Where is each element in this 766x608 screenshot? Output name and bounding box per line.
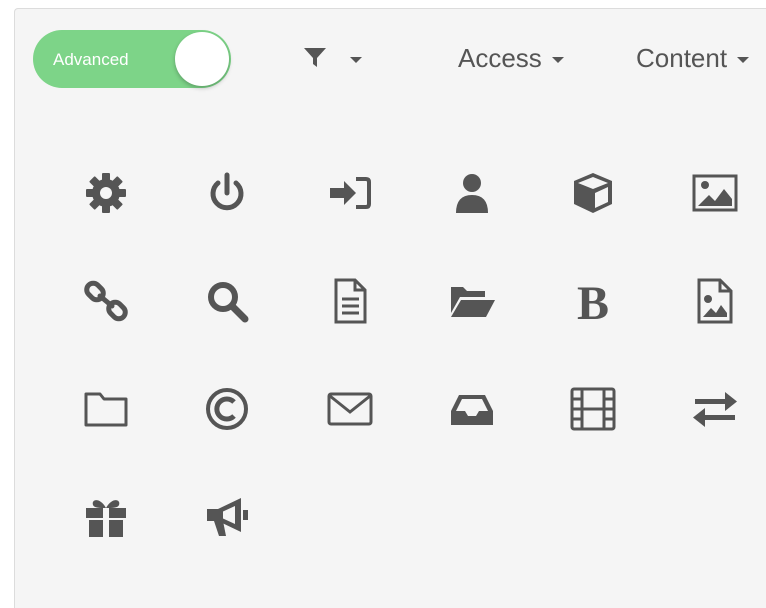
access-dropdown[interactable]: Access xyxy=(458,40,564,76)
access-label: Access xyxy=(458,42,542,73)
exchange-icon[interactable] xyxy=(685,379,745,439)
bold-icon[interactable]: B xyxy=(563,271,623,331)
power-icon[interactable] xyxy=(197,163,257,223)
cube-icon[interactable] xyxy=(563,163,623,223)
user-icon[interactable] xyxy=(442,163,502,223)
inbox-icon[interactable] xyxy=(442,379,502,439)
content-dropdown[interactable]: Content xyxy=(636,40,750,76)
image-icon[interactable] xyxy=(685,163,745,223)
filter-icon xyxy=(304,48,326,67)
folder-icon[interactable] xyxy=(76,379,136,439)
toggle-knob[interactable] xyxy=(175,32,229,86)
filter-dropdown[interactable] xyxy=(302,40,362,76)
envelope-icon[interactable] xyxy=(320,379,380,439)
gift-icon[interactable] xyxy=(76,487,136,547)
chevron-down-icon xyxy=(551,57,564,63)
bullhorn-icon[interactable] xyxy=(197,487,257,547)
advanced-toggle-label: Advanced xyxy=(53,50,129,69)
film-icon[interactable] xyxy=(563,379,623,439)
file-image-icon[interactable] xyxy=(685,271,745,331)
folder-open-icon[interactable] xyxy=(442,271,502,331)
content-label: Content xyxy=(636,42,728,73)
cog-icon[interactable] xyxy=(76,163,136,223)
search-icon[interactable] xyxy=(197,271,257,331)
sign-in-icon[interactable] xyxy=(320,163,380,223)
advanced-toggle[interactable]: Advanced xyxy=(33,30,231,88)
svg-text:B: B xyxy=(577,277,609,325)
file-text-icon[interactable] xyxy=(320,271,380,331)
copyright-icon[interactable] xyxy=(197,379,257,439)
chevron-down-icon xyxy=(350,57,362,63)
link-icon[interactable] xyxy=(76,271,136,331)
chevron-down-icon xyxy=(737,57,750,63)
